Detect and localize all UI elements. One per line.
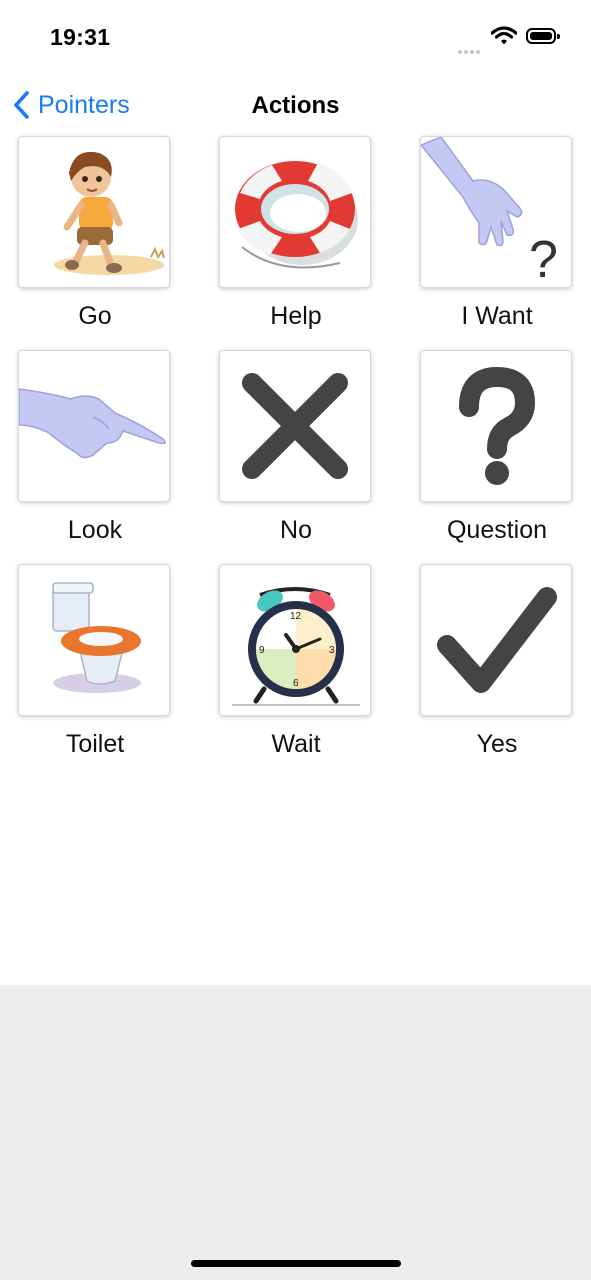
wifi-icon [490, 26, 518, 51]
tile-label: Yes [476, 730, 518, 758]
tile-label: Toilet [65, 730, 125, 758]
tile-image [18, 564, 170, 716]
navigation-bar: Pointers Actions [0, 82, 591, 128]
cellular-signal-icon [458, 41, 482, 59]
child-walking-icon [54, 151, 165, 275]
tile-no[interactable]: No [219, 350, 373, 545]
status-time: 19:31 [50, 24, 111, 50]
svg-text:3: 3 [329, 645, 335, 656]
tile-label: No [280, 516, 312, 544]
tile-label: Help [270, 302, 322, 330]
hand-reaching-question-icon: ? [421, 137, 558, 287]
toilet-icon [52, 582, 141, 693]
x-mark-icon [242, 373, 348, 479]
svg-text:9: 9 [259, 645, 265, 656]
life-ring-icon [235, 161, 358, 269]
tile-image [420, 350, 572, 502]
status-bar: 19:31 [0, 0, 591, 80]
tile-label: Look [67, 516, 123, 544]
tile-image: 12 3 6 9 [219, 564, 371, 716]
tile-i-want[interactable]: ? I Want [420, 136, 574, 331]
tile-image [18, 136, 170, 288]
tile-image: ? [420, 136, 572, 288]
home-indicator[interactable] [191, 1260, 401, 1267]
tile-image [420, 564, 572, 716]
tile-label: Wait [271, 730, 321, 758]
tile-go[interactable]: Go [18, 136, 172, 331]
page-title: Actions [251, 92, 340, 119]
tile-question[interactable]: Question [420, 350, 574, 545]
tile-label: Go [78, 302, 112, 330]
tile-wait[interactable]: 12 3 6 9 Wait [219, 564, 373, 759]
battery-icon [526, 28, 560, 44]
tile-image [219, 136, 371, 288]
question-mark-icon [459, 366, 536, 485]
tile-look[interactable]: Look [18, 350, 172, 545]
content-area: 19:31 Pointers Actions Go Help ? I Want … [0, 0, 591, 985]
phone-screen: 19:31 Pointers Actions Go Help ? I Want … [0, 0, 591, 1280]
tile-label: Question [446, 516, 548, 544]
alarm-clock-icon: 12 3 6 9 [232, 587, 360, 706]
tile-image [219, 350, 371, 502]
pointing-hand-icon [19, 388, 166, 459]
tile-label: I Want [461, 302, 533, 330]
svg-text:12: 12 [290, 611, 302, 622]
tile-image [18, 350, 170, 502]
tile-yes[interactable]: Yes [420, 564, 574, 759]
tile-toilet[interactable]: Toilet [18, 564, 172, 759]
svg-text:6: 6 [293, 678, 299, 689]
check-mark-icon [437, 587, 557, 693]
svg-text:?: ? [529, 231, 558, 287]
tile-help[interactable]: Help [219, 136, 373, 331]
